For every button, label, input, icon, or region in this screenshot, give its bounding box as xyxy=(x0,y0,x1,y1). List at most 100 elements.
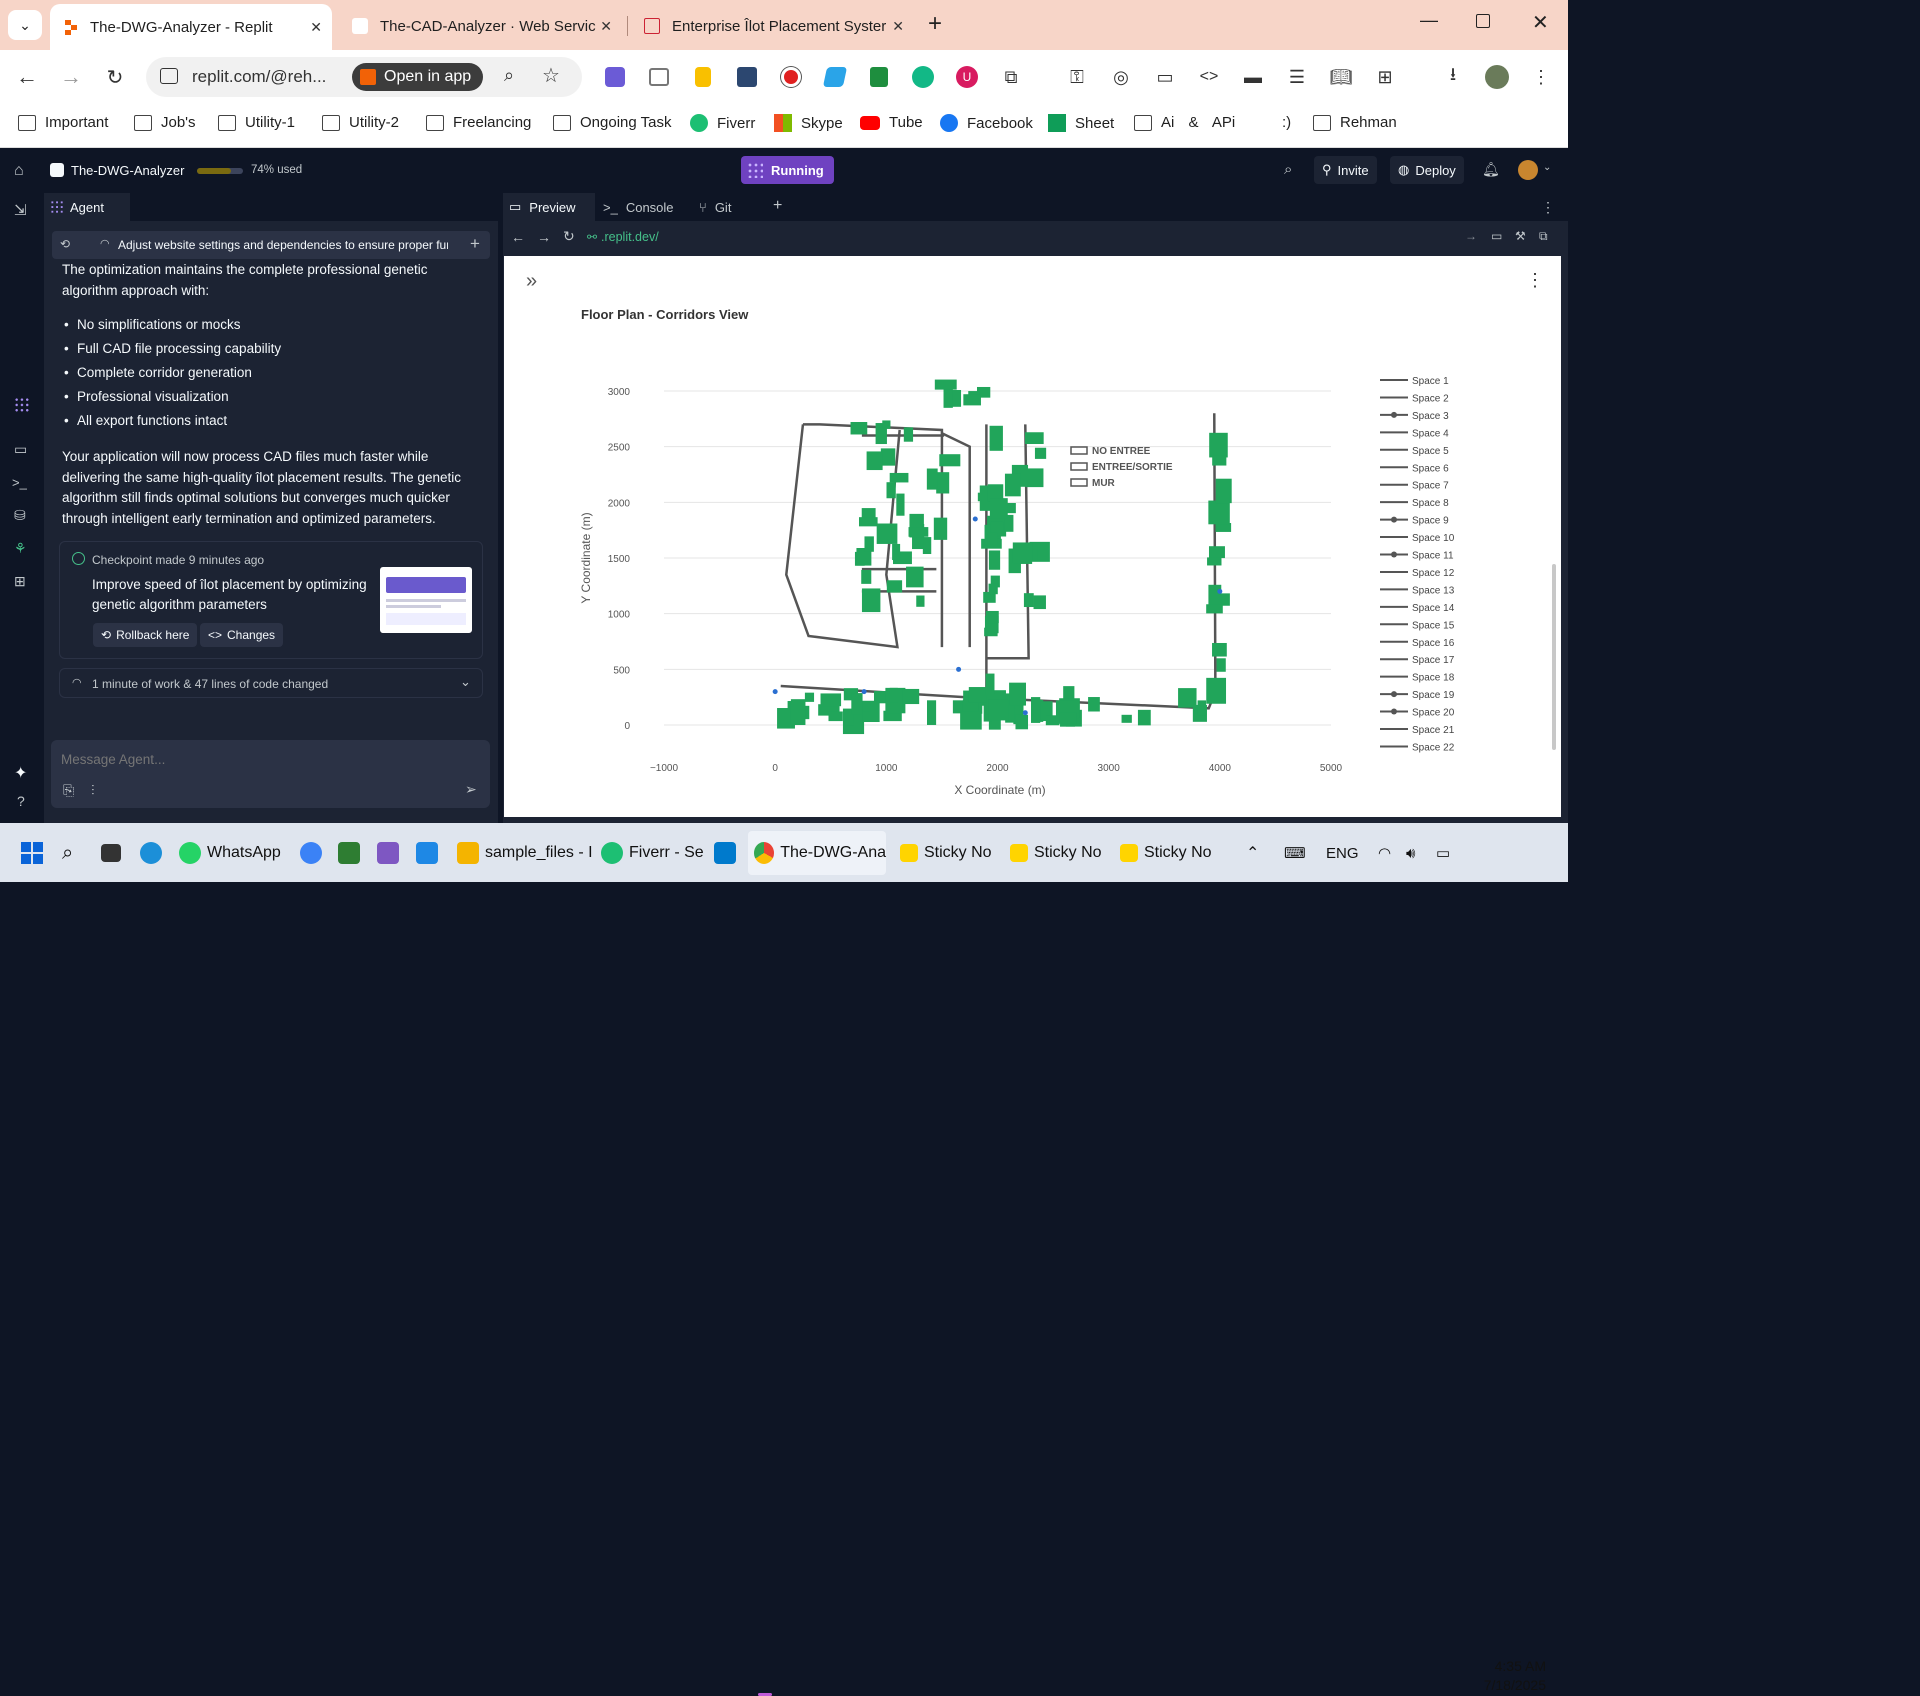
tab-preview[interactable]: ▭ Preview xyxy=(503,193,595,221)
url-go-arrow-icon[interactable]: → xyxy=(1465,229,1477,243)
battery-icon[interactable]: ▭ xyxy=(1436,837,1450,869)
taskbar-app[interactable] xyxy=(338,837,366,869)
tab-search-chevron-icon[interactable]: ⌄ xyxy=(8,10,42,40)
close-tab-icon[interactable]: ✕ xyxy=(600,18,612,35)
changes-button[interactable]: <> Changes xyxy=(200,623,284,647)
deploy-button[interactable]: ◍ Deploy xyxy=(1390,156,1464,184)
tab-dwg-analyzer[interactable]: The-DWG-Analyzer - Replit ✕ xyxy=(50,4,332,50)
taskbar-sticky-notes[interactable]: Sticky No xyxy=(1120,837,1212,869)
tab-cad-analyzer[interactable]: The-CAD-Analyzer · Web Servic ✕ xyxy=(340,8,622,44)
password-key-icon[interactable]: ⚿ xyxy=(1064,64,1090,90)
profile-avatar[interactable] xyxy=(1485,65,1509,89)
extensions-puzzle-icon[interactable]: ⧉ xyxy=(998,64,1024,90)
bookmark-facebook[interactable]: Facebook xyxy=(940,114,1033,132)
back-icon[interactable]: ← xyxy=(14,64,40,90)
devtools-code-icon[interactable]: <> xyxy=(1196,64,1222,90)
notifications-bell-icon[interactable]: 🔔︎ xyxy=(1482,161,1500,178)
bookmark-tube[interactable]: Tube xyxy=(860,114,923,131)
sparkle-icon[interactable]: ✦ xyxy=(14,763,27,783)
agent-icon[interactable] xyxy=(14,397,30,413)
address-text[interactable]: replit.com/@reh... xyxy=(192,67,326,87)
tab-console[interactable]: >_ Console xyxy=(603,200,674,215)
window-close-icon[interactable]: ✕ xyxy=(1532,10,1549,35)
extension-icon[interactable] xyxy=(781,67,801,87)
rollback-button[interactable]: ⟲ Rollback here xyxy=(93,623,198,647)
language-indicator[interactable]: ENG xyxy=(1326,837,1359,869)
console-icon[interactable]: >_ xyxy=(12,475,27,490)
preview-monitor-icon[interactable]: ▭ xyxy=(14,441,27,458)
zoom-icon[interactable]: ⌕ xyxy=(504,65,514,86)
reload-icon[interactable]: ↻ xyxy=(102,64,128,90)
open-new-window-icon[interactable]: ⧉ xyxy=(1539,229,1548,244)
database-icon[interactable]: ⛁ xyxy=(14,507,26,524)
run-status-button[interactable]: Running xyxy=(741,156,834,184)
work-summary-row[interactable]: ◠ 1 minute of work & 47 lines of code ch… xyxy=(59,668,483,698)
start-button[interactable] xyxy=(21,837,43,869)
taskbar-sticky-notes[interactable]: Sticky No xyxy=(900,837,992,869)
bookmark-folder[interactable]: Job's xyxy=(134,114,196,131)
task-bar[interactable]: ⟲ ◠ Adjust website settings and dependen… xyxy=(52,231,490,259)
bookmark-fiverr[interactable]: Fiverr xyxy=(690,114,755,132)
taskbar-sticky-notes[interactable]: Sticky No xyxy=(1010,837,1102,869)
taskbar-whatsapp[interactable]: WhatsApp xyxy=(179,837,281,869)
close-tab-icon[interactable]: ✕ xyxy=(892,18,904,35)
invite-button[interactable]: ⚲ Invite xyxy=(1314,156,1377,184)
tab-enterprise-ilot[interactable]: Enterprise Îlot Placement Syster ✕ xyxy=(632,8,914,44)
extension-icon[interactable] xyxy=(870,67,888,87)
site-info-icon[interactable] xyxy=(160,68,178,84)
device-toggle-icon[interactable]: ▭ xyxy=(1152,64,1178,90)
extension-icon[interactable] xyxy=(822,67,848,87)
clock[interactable]: 4:35 AM 7/18/2025 xyxy=(1476,1657,1546,1695)
volume-icon[interactable]: 🔊︎ xyxy=(1406,837,1415,869)
extension-icon[interactable] xyxy=(737,67,757,87)
taskbar-app[interactable] xyxy=(377,837,405,869)
bookmark-folder[interactable]: Important xyxy=(18,114,108,131)
settings-sliders-icon[interactable]: ⫶ xyxy=(91,782,95,799)
preview-back-icon[interactable]: ← xyxy=(511,229,525,245)
restore-icon[interactable] xyxy=(1476,14,1490,28)
preview-scrollbar[interactable] xyxy=(1552,564,1556,750)
task-view-icon[interactable] xyxy=(101,837,127,869)
user-avatar[interactable] xyxy=(1518,160,1538,180)
tray-chevron-up-icon[interactable]: ⌃ xyxy=(1246,837,1259,869)
preview-reload-icon[interactable]: ↻ xyxy=(563,228,575,245)
checkpoint-thumbnail[interactable] xyxy=(380,567,472,633)
bookmark-folder[interactable]: Ongoing Task xyxy=(553,114,671,131)
keyboard-icon[interactable]: ⌨ xyxy=(1284,837,1306,869)
new-task-plus-icon[interactable]: + xyxy=(470,234,480,254)
open-in-app-button[interactable]: Open in app xyxy=(352,63,484,91)
extension-icon[interactable] xyxy=(912,66,934,88)
chrome-menu-icon[interactable]: ⋮ xyxy=(1528,64,1554,90)
reader-mode-icon[interactable]: 📖︎ xyxy=(1328,64,1354,90)
bookmark-folder[interactable]: Utility-1 xyxy=(218,114,295,131)
minimize-icon[interactable]: — xyxy=(1420,10,1438,31)
avatar-chevron-down-icon[interactable]: ⌄ xyxy=(1543,162,1551,173)
home-icon[interactable]: ⌂ xyxy=(14,162,24,180)
message-input[interactable] xyxy=(61,748,471,770)
devtools-wrench-icon[interactable]: ⚒ xyxy=(1515,229,1526,243)
history-icon[interactable]: ⟲ xyxy=(60,237,70,251)
bookmark-folder[interactable]: Ai & APi xyxy=(1134,114,1235,131)
taskbar-fiverr[interactable]: Fiverr - Se xyxy=(601,837,704,869)
help-icon[interactable]: ? xyxy=(17,793,25,809)
tab-agent[interactable]: Agent xyxy=(44,193,130,221)
attach-paperclip-icon[interactable]: ⎘ xyxy=(63,782,74,799)
expand-chevron-down-icon[interactable]: ⌄ xyxy=(460,674,471,690)
taskbar-explorer[interactable]: sample_files - I xyxy=(457,837,593,869)
all-tools-grid-icon[interactable]: ⊞ xyxy=(14,573,26,590)
payment-card-icon[interactable]: ▬ xyxy=(1240,64,1266,90)
taskbar-chrome[interactable]: The-DWG-Ana xyxy=(748,831,886,875)
taskbar-search-icon[interactable]: ⌕ xyxy=(62,837,73,869)
bookmark-folder[interactable]: Rehman xyxy=(1313,114,1397,131)
screenshot-icon[interactable]: ◎ xyxy=(1108,64,1134,90)
extension-icon[interactable] xyxy=(605,67,625,87)
address-bar[interactable]: replit.com/@reh... Open in app ⌕ ☆ xyxy=(146,57,582,97)
extension-icon[interactable] xyxy=(649,68,669,86)
close-tab-icon[interactable]: ✕ xyxy=(310,19,322,36)
search-icon[interactable]: ⌕ xyxy=(1284,161,1292,178)
table-icon[interactable]: ⊞ xyxy=(1372,64,1398,90)
wifi-icon[interactable]: ◠ xyxy=(1378,837,1391,869)
ublock-icon[interactable]: U xyxy=(956,66,978,88)
tab-git[interactable]: ⑂ Git xyxy=(699,200,731,215)
new-tab-icon[interactable]: + xyxy=(928,10,942,38)
